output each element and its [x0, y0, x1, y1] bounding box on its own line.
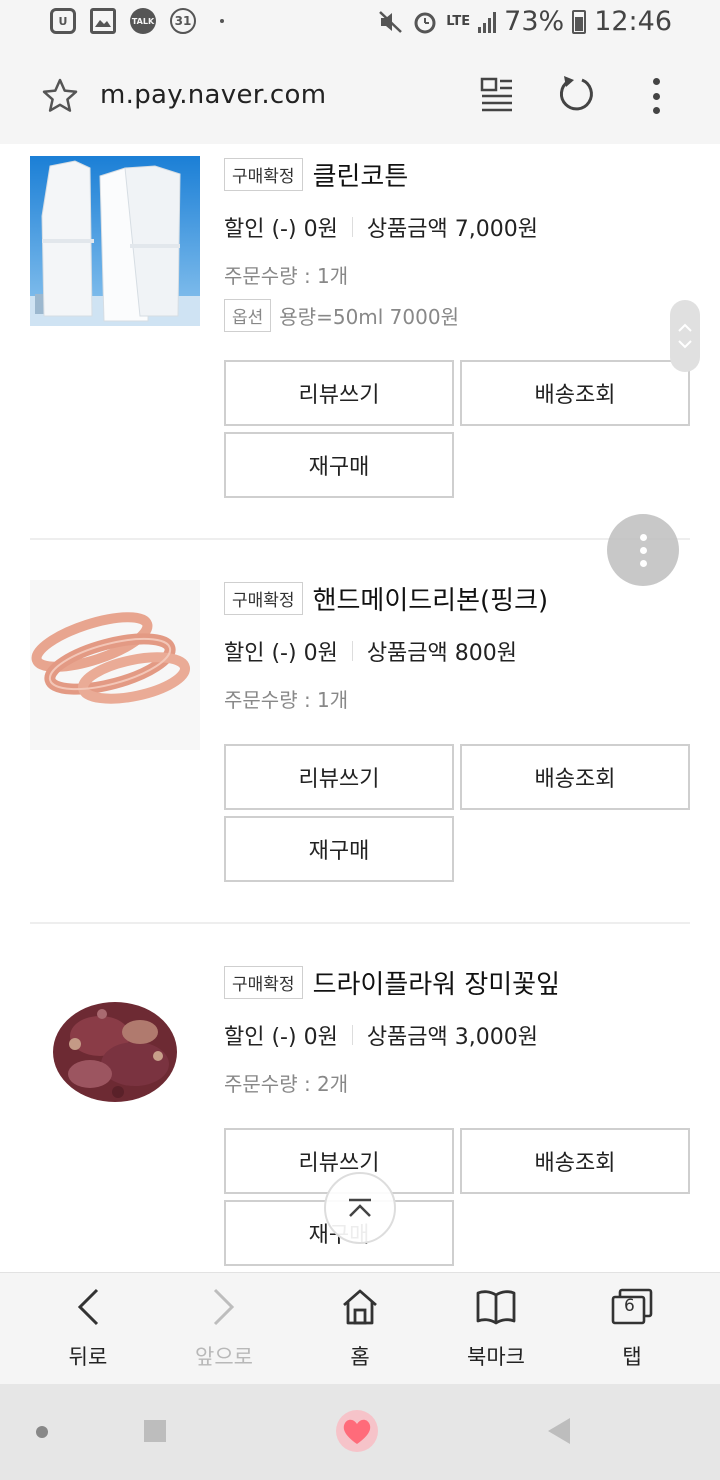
home-heart-icon[interactable]	[334, 1408, 380, 1454]
discount-text: 할인 (-) 0원	[224, 1025, 338, 1050]
product-name[interactable]: 드라이플라워 장미꽃잎	[313, 964, 560, 1001]
home-button[interactable]: 홈	[300, 1285, 420, 1381]
chevron-up-icon	[678, 323, 692, 332]
quantity-text: 주문수량 : 2개	[224, 1072, 349, 1096]
tabs-button[interactable]: 6 탭	[572, 1285, 692, 1381]
floating-more-button[interactable]	[607, 514, 679, 586]
product-image-ribbon[interactable]	[30, 580, 200, 750]
scroll-top-icon	[349, 1198, 371, 1217]
chevron-right-icon	[213, 1288, 235, 1326]
status-badge: 구매확정	[224, 581, 303, 615]
divider	[351, 641, 353, 661]
order-list: 구매확정 클린코튼 할인 (-) 0원 상품금액 7,000원 주문수량 : 1…	[0, 144, 720, 1272]
home-label: 홈	[350, 1345, 370, 1369]
order-item: 구매확정 핸드메이드리본(핑크) 할인 (-) 0원 상품금액 800원 주문수…	[0, 564, 720, 924]
back-button[interactable]: 뒤로	[28, 1285, 148, 1381]
chevron-left-icon	[77, 1288, 99, 1326]
discount-text: 할인 (-) 0원	[224, 641, 338, 666]
u-plus-icon: U	[50, 8, 76, 34]
reload-icon[interactable]	[556, 74, 596, 114]
product-name[interactable]: 클린코튼	[313, 156, 409, 193]
bookmark-star-icon[interactable]	[40, 76, 80, 116]
track-delivery-button[interactable]: 배송조회	[460, 744, 690, 810]
alarm-icon	[414, 12, 436, 33]
status-bar: U TALK 31 LTE 73% 12:46	[0, 0, 720, 48]
fast-scroll-handle[interactable]	[670, 300, 700, 372]
order-item: 구매확정 클린코튼 할인 (-) 0원 상품금액 7,000원 주문수량 : 1…	[0, 144, 720, 524]
price-text: 상품금액 800원	[366, 641, 517, 666]
recent-apps-icon[interactable]	[144, 1420, 166, 1442]
tabs-label: 탭	[622, 1345, 642, 1369]
tab-count: 6	[624, 1296, 635, 1316]
quantity-text: 주문수량 : 1개	[224, 688, 349, 712]
discount-text: 할인 (-) 0원	[224, 217, 338, 242]
write-review-button[interactable]: 리뷰쓰기	[224, 360, 454, 426]
mute-icon	[379, 10, 403, 33]
track-delivery-button[interactable]: 배송조회	[460, 1128, 690, 1194]
divider	[351, 1025, 353, 1045]
rebuy-button[interactable]: 재구매	[224, 432, 454, 498]
product-image-bathrobe[interactable]	[30, 156, 200, 326]
divider	[351, 217, 353, 237]
lte-icon: LTE	[446, 14, 471, 29]
url-field[interactable]: m.pay.naver.com	[100, 80, 326, 110]
status-badge: 구매확정	[224, 965, 303, 999]
status-badge: 구매확정	[224, 157, 303, 191]
scroll-to-top-button[interactable]	[324, 1172, 396, 1244]
product-image-rose-petals[interactable]	[30, 964, 200, 1134]
back-label: 뒤로	[68, 1345, 108, 1369]
item-divider	[30, 538, 690, 540]
track-delivery-button[interactable]: 배송조회	[460, 360, 690, 426]
quantity-text: 주문수량 : 1개	[224, 264, 349, 288]
item-divider	[30, 922, 690, 924]
bookmarks-button[interactable]: 북마크	[436, 1285, 556, 1381]
system-nav-bar	[0, 1384, 720, 1480]
rebuy-button[interactable]: 재구매	[224, 816, 454, 882]
browser-bottom-nav: 뒤로 앞으로 홈 북마크 6 탭	[0, 1272, 720, 1384]
forward-button[interactable]: 앞으로	[164, 1285, 284, 1381]
browser-toolbar: m.pay.naver.com	[0, 48, 720, 144]
kakaotalk-icon: TALK	[130, 8, 156, 34]
gallery-icon	[90, 8, 116, 34]
home-icon	[343, 1289, 377, 1325]
option-text: 용량=50ml 7000원	[279, 304, 459, 329]
chevron-down-icon	[678, 340, 692, 349]
more-menu-icon[interactable]	[650, 78, 662, 114]
product-name[interactable]: 핸드메이드리본(핑크)	[313, 580, 549, 617]
calendar-icon: 31	[170, 8, 196, 34]
reader-mode-icon[interactable]	[480, 76, 514, 112]
battery-icon	[572, 9, 587, 34]
clock: 12:46	[594, 6, 672, 37]
price-text: 상품금액 7,000원	[366, 217, 538, 242]
battery-percent: 73%	[504, 6, 565, 37]
bookmarks-label: 북마크	[467, 1345, 525, 1369]
price-text: 상품금액 3,000원	[366, 1025, 538, 1050]
forward-label: 앞으로	[195, 1345, 253, 1369]
back-triangle-icon[interactable]	[546, 1416, 572, 1446]
signal-icon	[478, 11, 497, 33]
write-review-button[interactable]: 리뷰쓰기	[224, 744, 454, 810]
option-badge: 옵션	[224, 298, 272, 332]
assistant-dot-icon[interactable]	[36, 1426, 48, 1438]
notification-dot-icon	[220, 19, 224, 23]
book-icon	[476, 1290, 516, 1325]
